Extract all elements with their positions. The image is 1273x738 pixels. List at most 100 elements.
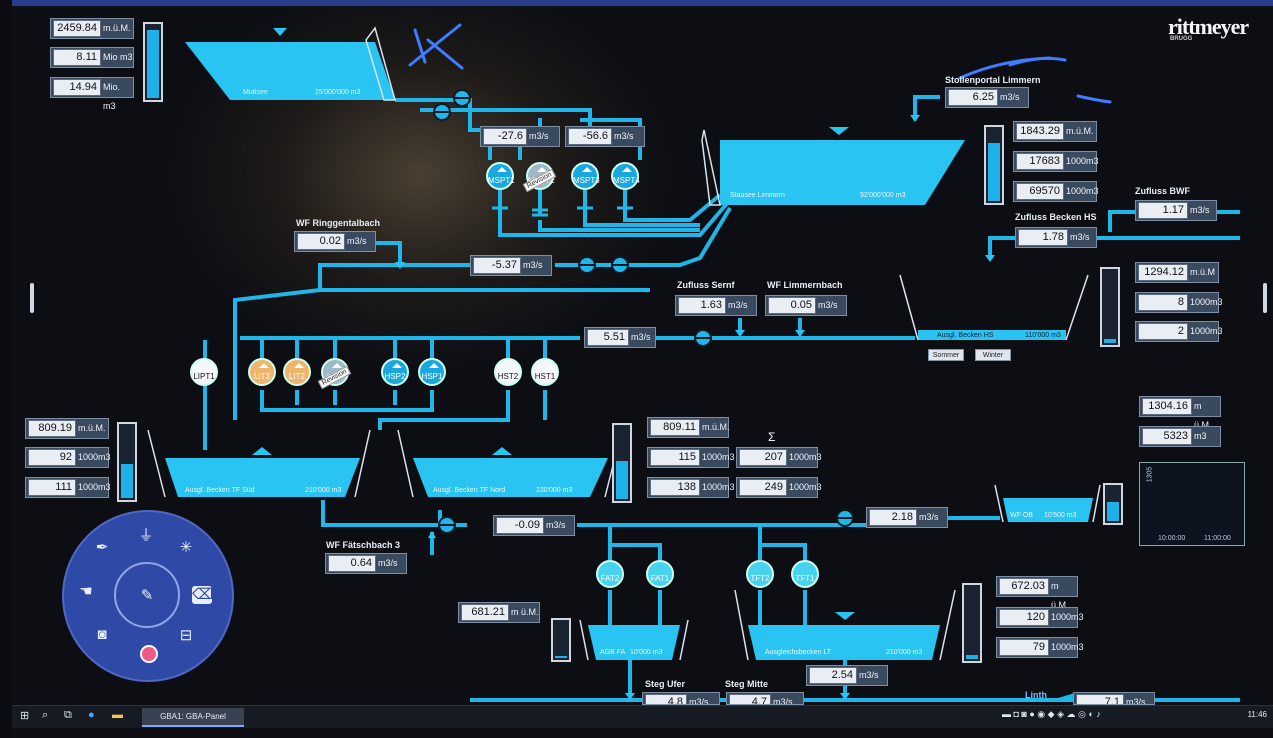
zufluss-sernf-label: Zufluss Sernf	[677, 280, 735, 290]
agb-fa-level-box: 681.21 m ü.M.	[458, 602, 540, 623]
stausee-vol1-box: 17683 1000m3	[1013, 151, 1099, 172]
zufluss-hs-label: Zufluss Becken HS	[1015, 212, 1097, 222]
file-explorer-icon[interactable]: ▬	[112, 709, 123, 721]
linth-unit: m3/s	[1126, 697, 1146, 705]
msp-flow1-box: -27.6 m3/s	[480, 126, 560, 147]
pen-icon: ✎	[140, 587, 154, 604]
panel-handle-left[interactable]	[30, 283, 34, 313]
tf-nord-gauge-fill	[616, 461, 628, 499]
eraser-icon[interactable]: ⌫	[192, 586, 213, 604]
hand-icon[interactable]: ☚	[76, 582, 96, 600]
zufluss-hs-value: 1.78	[1018, 229, 1068, 246]
muttsee-vol1-unit: Mio m3	[103, 52, 133, 62]
taskbar-clock[interactable]: 11:46	[1248, 710, 1267, 719]
sum-v2-unit: 1000m3	[789, 482, 822, 492]
taskbar: ⊞ ⌕ ⧉ ● ▬ GBA1: GBA-Panel ▬ ◘ ◙ ● ◉ ◆ ◈ …	[12, 705, 1273, 728]
msp-flow2-value: -56.6	[568, 128, 612, 145]
lt-outflow-value: 2.54	[809, 667, 857, 684]
agb-fa-level-gauge	[551, 618, 571, 662]
wf-ob-vol-unit: m3	[1194, 431, 1207, 441]
lt-vol2-unit: 1000m3	[1051, 642, 1084, 652]
ringgental-value: 0.02	[297, 233, 345, 250]
pump-mspt3[interactable]: MSPT3	[571, 162, 600, 190]
wf-limmernbach-unit: m3/s	[818, 300, 838, 310]
pump-label: TFT2	[750, 574, 770, 583]
tf-sued-level-box: 809.19 m.ü.M.	[25, 418, 109, 439]
becken-hs-gauge-fill	[1104, 339, 1116, 343]
wf-ob-gauge-fill	[1107, 502, 1119, 521]
pump-mspt1[interactable]: MSPT1	[486, 162, 515, 190]
steg-mitte-unit: m3/s	[773, 697, 793, 705]
camera-icon[interactable]: ◙	[92, 626, 112, 643]
sommer-button[interactable]: Sommer	[928, 349, 964, 361]
becken-hs-vol1-value: 8	[1138, 294, 1188, 311]
zufluss-hs-box: 1.78 m3/s	[1015, 227, 1097, 248]
sum-symbol: Σ	[768, 430, 776, 444]
zufluss-bwf-label: Zufluss BWF	[1135, 186, 1190, 196]
pen-center-button[interactable]: ✎	[114, 562, 180, 628]
becken-hs-level-gauge	[1100, 267, 1120, 347]
pen-tool-palette[interactable]: ✎ ✒ ⏚ ✳ ☚ ⌫ ◙ ⊟	[62, 510, 234, 682]
edge-browser-icon[interactable]: ●	[88, 709, 95, 721]
tf-sued-level-gauge	[117, 422, 137, 502]
tf-nord-vol1-value: 115	[650, 449, 700, 466]
ringgental-label: WF Ringgentalbach	[296, 218, 380, 228]
trend-chart[interactable]: 1305 10:00:00 11:00:00	[1139, 462, 1245, 546]
faetschbach-unit: m3/s	[378, 558, 398, 568]
tf-nord-level-value: 809.11	[650, 419, 700, 436]
flow-main-unit: m3/s	[631, 332, 651, 342]
pump-fat1[interactable]: FAT1	[646, 560, 674, 588]
compass-icon[interactable]: ⏚	[136, 524, 156, 545]
flow-main-value: 5.51	[587, 329, 629, 346]
becken-hs-level-box: 1294.12 m.ü.M	[1135, 262, 1219, 283]
windows-start-icon[interactable]: ⊞	[20, 709, 29, 722]
pump-lit3[interactable]: LIT3	[248, 358, 276, 386]
lt-vol1-box: 120 1000m3	[996, 607, 1084, 628]
search-icon[interactable]: ⌕	[42, 709, 48, 722]
pump-fat2[interactable]: FAT2	[596, 560, 624, 588]
pump-label: TFT1	[795, 574, 815, 583]
muttsee-level-unit: m.ü.M.	[103, 23, 131, 33]
lt-outflow-box: 2.54 m3/s	[806, 665, 888, 686]
record-icon[interactable]	[140, 645, 158, 663]
system-tray-icons[interactable]: ▬ ◘ ◙ ● ◉ ◆ ◈ ☁ ◎ ◐ ♪	[1002, 709, 1101, 720]
wf-limmernbach-box: 0.05 m3/s	[765, 295, 847, 316]
becken-hs-vol1-box: 8 1000m3	[1135, 292, 1223, 313]
stollenportal-unit: m3/s	[1000, 92, 1020, 102]
tf-nord-vol2-box: 138 1000m3	[647, 477, 735, 498]
faetschbach-box: 0.64 m3/s	[325, 553, 407, 574]
linth-box: 7.1 m3/s	[1073, 692, 1155, 705]
task-view-icon[interactable]: ⧉	[64, 709, 72, 722]
agb-fa-level-unit: m ü.M.	[511, 607, 539, 617]
muttsee-vol2-box: 14.94 Mio. m3	[50, 77, 134, 111]
ringgental-unit: m3/s	[347, 236, 367, 246]
pump-hst1[interactable]: HST1	[531, 358, 559, 386]
muttsee-level-gauge	[143, 22, 163, 102]
pump-tft1[interactable]: TFT1	[791, 560, 819, 588]
pump-hsp1[interactable]: HSP1	[418, 358, 446, 386]
pump-lit2[interactable]: LIT2	[283, 358, 311, 386]
toolbox-icon[interactable]: ⊟	[176, 626, 196, 644]
panel-handle-right[interactable]	[1263, 283, 1267, 313]
muttsee-vol2-unit: Mio. m3	[103, 82, 121, 111]
pump-mspt4[interactable]: MSPT4	[611, 162, 640, 190]
tf-nord-level-box: 809.11 m.ü.M.	[647, 417, 730, 438]
zufluss-hs-unit: m3/s	[1070, 232, 1090, 242]
wf-ob-level-value: 1304.16	[1142, 398, 1192, 415]
laser-pointer-icon[interactable]: ✳	[176, 538, 196, 556]
pump-hsp2[interactable]: HSP2	[381, 358, 409, 386]
brand-logo-sub: BRUGG	[1170, 36, 1193, 42]
pump-tft2[interactable]: TFT2	[746, 560, 774, 588]
steg-ufer-label: Steg Ufer	[645, 679, 686, 689]
steg-ufer-box: 4.8 m3/s	[642, 692, 720, 705]
wf-ob-name: WF OB	[1010, 512, 1033, 519]
fountain-pen-icon[interactable]: ✒	[92, 538, 112, 556]
pump-lipt1[interactable]: LIPT1	[190, 358, 218, 386]
winter-button[interactable]: Winter	[975, 349, 1011, 361]
lt-outflow-unit: m3/s	[859, 670, 879, 680]
stausee-level-value: 1843.29	[1016, 123, 1064, 140]
taskbar-app-gba-panel[interactable]: GBA1: GBA-Panel	[142, 708, 244, 727]
pump-hst2[interactable]: HST2	[494, 358, 522, 386]
lt-level-box: 672.03 m ü.M.	[996, 576, 1078, 610]
msp-flow2-box: -56.6 m3/s	[565, 126, 645, 147]
